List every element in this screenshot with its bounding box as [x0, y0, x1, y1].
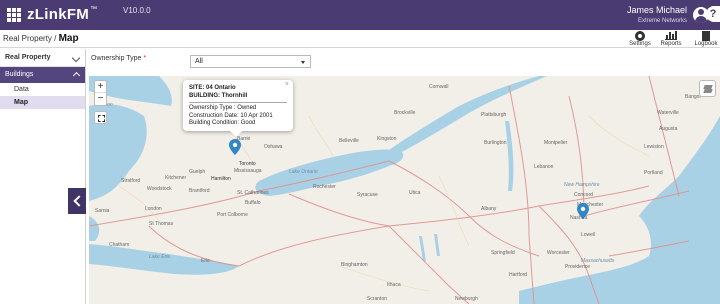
map-label: Brockville	[394, 110, 416, 116]
settings-label: Settings	[629, 41, 651, 47]
map-label: Burlington	[484, 140, 507, 146]
popup-ownership-type: Ownership Type : Owned	[189, 105, 257, 111]
map-label: Rochester	[313, 184, 336, 190]
sub-header: Real Property / Map Settings Reports Log…	[0, 30, 720, 48]
sidebar-section-label: Real Property	[5, 54, 51, 61]
sidebar-section-real-property[interactable]: Real Property	[0, 49, 85, 67]
reports-button[interactable]: Reports	[655, 31, 687, 47]
map-label: Chatham	[109, 242, 129, 248]
chevron-down-icon	[71, 53, 81, 63]
reports-label: Reports	[660, 41, 682, 47]
map-label: Toronto	[239, 161, 256, 167]
help-icon[interactable]: ?	[706, 6, 720, 22]
map-label: London	[145, 206, 162, 212]
map-label: Montpelier	[544, 140, 568, 146]
map-marker-icon[interactable]	[577, 203, 589, 219]
app-logo[interactable]: zLinkFM™	[27, 6, 97, 23]
sidebar-item-data[interactable]: Data	[0, 83, 85, 96]
map-label: Newburgh	[455, 296, 478, 302]
map-label: Syracuse	[357, 192, 378, 198]
ownership-type-value: All	[195, 58, 203, 65]
close-icon[interactable]: ×	[285, 81, 289, 88]
map-label: St. Catharines	[237, 190, 269, 196]
map-label: Waterville	[657, 110, 679, 116]
map-label: Kitchener	[165, 175, 186, 181]
map-label: Scranton	[367, 296, 387, 302]
map-label: Concord	[574, 192, 593, 198]
map-label: Guelph	[189, 169, 205, 175]
map-label: Cornwall	[429, 84, 448, 90]
map-label: Springfield	[491, 250, 515, 256]
map-label: Hartford	[509, 272, 527, 278]
chevron-up-icon	[72, 71, 81, 80]
sidebar-group-label: Buildings	[5, 71, 34, 78]
zoom-control: + −	[94, 80, 107, 106]
user-name[interactable]: James Michael	[627, 5, 687, 15]
map-label: Oshawa	[264, 144, 283, 150]
settings-button[interactable]: Settings	[624, 31, 656, 47]
app-version: V10.0.0	[123, 6, 151, 15]
fullscreen-icon[interactable]	[94, 111, 107, 124]
map-label: Ithaca	[387, 282, 401, 288]
breadcrumb: Real Property / Map	[3, 33, 79, 44]
map-label: Lewiston	[644, 144, 664, 150]
app-window: zLinkFM™ V10.0.0 James Michael Extreme N…	[0, 0, 720, 304]
top-header: zLinkFM™ V10.0.0 James Michael Extreme N…	[0, 0, 720, 30]
app-grid-icon[interactable]	[7, 8, 21, 22]
user-organization: Extreme Networks	[637, 18, 687, 24]
map-label: Binghamton	[341, 262, 368, 268]
map-label: Lebanon	[534, 164, 554, 170]
layers-icon[interactable]	[699, 80, 716, 97]
map-marker-icon[interactable]	[229, 139, 241, 155]
logbook-button[interactable]: Logbook	[690, 31, 720, 47]
map-label: Brantford	[189, 188, 210, 194]
bar-chart-icon	[665, 31, 677, 40]
map-label: Lowell	[581, 232, 595, 238]
map-label: Port Colborne	[217, 212, 248, 218]
zoom-in-button[interactable]: +	[95, 81, 106, 93]
map-view[interactable]: Cornwall Bangor Huron Waterville Brockvi…	[89, 76, 720, 304]
map-label: Stratford	[121, 178, 140, 184]
map-label: Augusta	[659, 126, 678, 132]
building-info-popup: × SITE: 04 Ontario BUILDING: Thornhill O…	[183, 80, 293, 137]
popup-site: SITE: 04 Ontario	[189, 85, 236, 91]
map-label: Woodstock	[147, 186, 172, 192]
map-label: Albany	[481, 206, 497, 212]
map-label: Sarnia	[95, 208, 110, 214]
map-label: Lake Ontario	[289, 169, 318, 175]
map-label: Belleville	[339, 138, 359, 144]
map-label: Hamilton	[211, 176, 231, 182]
caret-down-icon	[301, 61, 305, 64]
map-label: New Hampshire	[564, 182, 600, 188]
page-title: Map	[58, 33, 79, 44]
map-label: Mississauga	[234, 168, 262, 174]
popup-building-condition: Building Condition: Good	[189, 120, 256, 126]
collapse-sidebar-button[interactable]	[68, 188, 86, 214]
zoom-out-button[interactable]: −	[95, 93, 106, 105]
book-icon	[702, 31, 710, 41]
ownership-type-label: Ownership Type *	[91, 55, 147, 62]
main-content: Ownership Type * All Cornwall Bangor Wat…	[86, 49, 720, 304]
logbook-label: Logbook	[694, 41, 718, 47]
map-label: Portland	[644, 170, 663, 176]
breadcrumb-parent[interactable]: Real Property /	[3, 34, 56, 43]
map-label: Worcester	[547, 250, 570, 256]
map-label: Kingston	[377, 136, 397, 142]
map-label: Providence	[565, 264, 590, 270]
sidebar-group-buildings[interactable]: Buildings	[0, 67, 85, 83]
map-label: Buffalo	[245, 200, 261, 206]
sidebar: Real Property Buildings Data Map	[0, 49, 86, 304]
popup-building: BUILDING: Thornhill	[189, 93, 248, 99]
popup-construction-date: Construction Date: 10 Apr 2001	[189, 112, 273, 119]
map-label: Utica	[409, 190, 421, 196]
map-label: Erie	[201, 258, 210, 264]
map-label: Plattsburgh	[481, 112, 507, 118]
map-label: Lake Erie	[149, 254, 170, 260]
gear-icon	[635, 31, 645, 41]
map-label: St Thomas	[149, 221, 174, 227]
sidebar-item-map[interactable]: Map	[0, 96, 85, 109]
ownership-type-select[interactable]: All	[190, 55, 311, 68]
